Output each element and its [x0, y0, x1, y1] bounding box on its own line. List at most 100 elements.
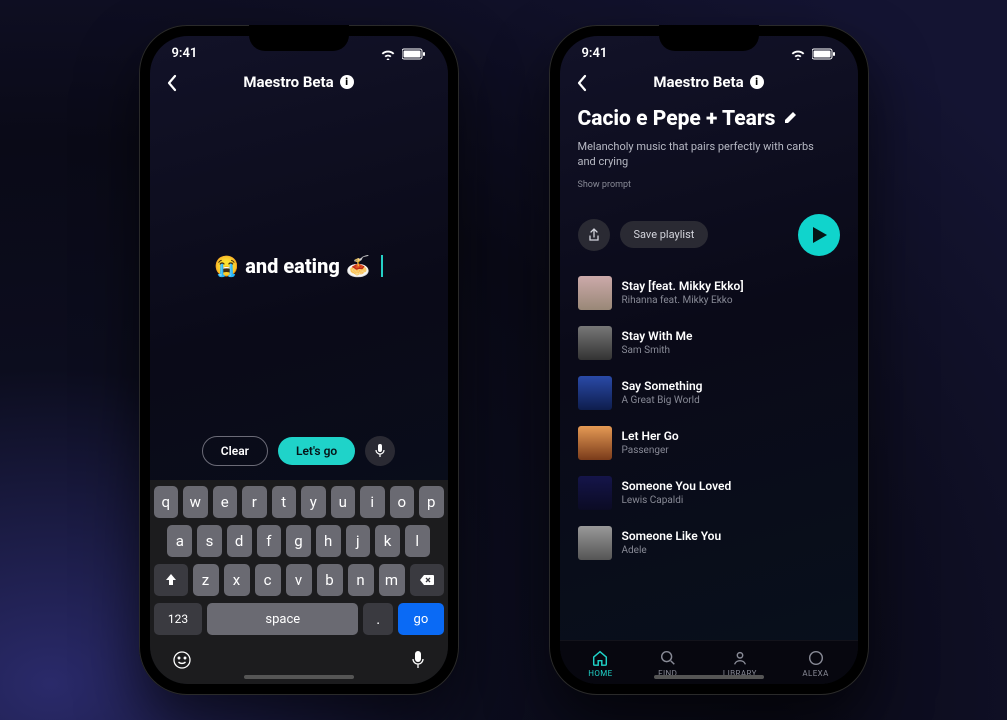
screen-playlist: 9:41 Maestro Beta i Cacio e Pepe + Tears — [560, 36, 858, 684]
track-title: Someone You Loved — [622, 479, 732, 493]
key-t[interactable]: t — [272, 486, 297, 518]
microphone-icon — [374, 444, 386, 458]
emoji-spaghetti: 🍝 — [346, 256, 371, 276]
tab-alexa[interactable]: ALEXA — [802, 649, 828, 678]
tab-home[interactable]: HOME — [588, 649, 612, 678]
pencil-icon — [783, 111, 797, 125]
status-time: 9:41 — [582, 46, 608, 61]
wifi-icon — [790, 48, 806, 60]
compose-actions: Clear Let's go — [150, 426, 448, 480]
phone-compose: 9:41 Maestro Beta i 😭 and eating 🍝 — [139, 25, 459, 695]
track-row[interactable]: Stay [feat. Mikky Ekko] Rihanna feat. Mi… — [578, 268, 840, 318]
track-row[interactable]: Someone Like You Adele — [578, 518, 840, 568]
play-button[interactable] — [798, 214, 840, 256]
track-artist: A Great Big World — [622, 395, 703, 406]
text-cursor — [381, 255, 383, 277]
backspace-icon — [419, 574, 435, 586]
key-v[interactable]: v — [286, 564, 312, 596]
track-row[interactable]: Let Her Go Passenger — [578, 418, 840, 468]
key-d[interactable]: d — [227, 525, 252, 557]
page-title: Maestro Beta i — [243, 73, 353, 91]
key-q[interactable]: q — [154, 486, 179, 518]
share-button[interactable] — [578, 219, 610, 251]
playlist-controls: Save playlist — [560, 200, 858, 264]
save-playlist-button[interactable]: Save playlist — [620, 221, 709, 248]
battery-icon — [402, 48, 426, 60]
track-artist: Lewis Capaldi — [622, 495, 732, 506]
smile-icon — [172, 650, 192, 670]
info-icon[interactable]: i — [750, 75, 764, 89]
home-indicator[interactable] — [244, 675, 354, 679]
key-j[interactable]: j — [346, 525, 371, 557]
key-r[interactable]: r — [242, 486, 267, 518]
key-f[interactable]: f — [257, 525, 282, 557]
key-a[interactable]: a — [167, 525, 192, 557]
back-button[interactable] — [166, 73, 178, 97]
key-backspace[interactable] — [410, 564, 444, 596]
clear-button[interactable]: Clear — [202, 436, 268, 466]
track-title: Stay With Me — [622, 329, 693, 343]
emoji-picker-button[interactable] — [172, 650, 192, 674]
key-l[interactable]: l — [405, 525, 430, 557]
library-icon — [731, 649, 749, 667]
key-m[interactable]: m — [379, 564, 405, 596]
key-go[interactable]: go — [398, 603, 443, 635]
album-art — [578, 476, 612, 510]
key-i[interactable]: i — [360, 486, 385, 518]
phone-playlist: 9:41 Maestro Beta i Cacio e Pepe + Tears — [549, 25, 869, 695]
home-indicator[interactable] — [654, 675, 764, 679]
play-icon — [812, 226, 828, 244]
app-header: Maestro Beta i — [150, 65, 448, 105]
track-row[interactable]: Say Something A Great Big World — [578, 368, 840, 418]
track-title: Stay [feat. Mikky Ekko] — [622, 279, 744, 293]
track-title: Someone Like You — [622, 529, 722, 543]
submit-button[interactable]: Let's go — [278, 437, 355, 465]
key-s[interactable]: s — [197, 525, 222, 557]
prompt-input-area[interactable]: 😭 and eating 🍝 — [150, 105, 448, 426]
screen-compose: 9:41 Maestro Beta i 😭 and eating 🍝 — [150, 36, 448, 684]
tab-library[interactable]: LIBRARY — [723, 649, 757, 678]
key-y[interactable]: y — [301, 486, 326, 518]
keyboard-row-3: z x c v b n m — [154, 564, 444, 596]
key-shift[interactable] — [154, 564, 188, 596]
key-x[interactable]: x — [224, 564, 250, 596]
playlist-description: Melancholy music that pairs perfectly wi… — [578, 139, 828, 170]
back-button[interactable] — [576, 73, 588, 97]
key-k[interactable]: k — [375, 525, 400, 557]
key-u[interactable]: u — [331, 486, 356, 518]
info-icon[interactable]: i — [340, 75, 354, 89]
key-o[interactable]: o — [390, 486, 415, 518]
home-icon — [591, 649, 609, 667]
chevron-left-icon — [576, 74, 588, 92]
voice-input-button[interactable] — [365, 436, 395, 466]
key-period[interactable]: . — [363, 603, 393, 635]
key-c[interactable]: c — [255, 564, 281, 596]
key-h[interactable]: h — [316, 525, 341, 557]
alexa-icon — [807, 649, 825, 667]
microphone-icon — [410, 650, 426, 670]
playlist-title: Cacio e Pepe + Tears — [578, 107, 776, 131]
key-b[interactable]: b — [317, 564, 343, 596]
key-space[interactable]: space — [207, 603, 358, 635]
key-n[interactable]: n — [348, 564, 374, 596]
key-z[interactable]: z — [193, 564, 219, 596]
album-art — [578, 526, 612, 560]
album-art — [578, 426, 612, 460]
album-art — [578, 376, 612, 410]
key-numbers[interactable]: 123 — [154, 603, 203, 635]
key-w[interactable]: w — [183, 486, 208, 518]
edit-title-button[interactable] — [783, 110, 797, 129]
prompt-text-value: and eating — [245, 254, 340, 278]
key-e[interactable]: e — [213, 486, 238, 518]
prompt-text: 😭 and eating 🍝 — [214, 254, 382, 278]
tab-label: ALEXA — [802, 669, 828, 678]
track-artist: Sam Smith — [622, 345, 693, 356]
show-prompt-link[interactable]: Show prompt — [578, 180, 840, 190]
key-g[interactable]: g — [286, 525, 311, 557]
tab-find[interactable]: FIND — [658, 649, 677, 678]
track-row[interactable]: Someone You Loved Lewis Capaldi — [578, 468, 840, 518]
track-row[interactable]: Stay With Me Sam Smith — [578, 318, 840, 368]
track-artist: Adele — [622, 545, 722, 556]
dictation-button[interactable] — [410, 650, 426, 674]
key-p[interactable]: p — [419, 486, 444, 518]
